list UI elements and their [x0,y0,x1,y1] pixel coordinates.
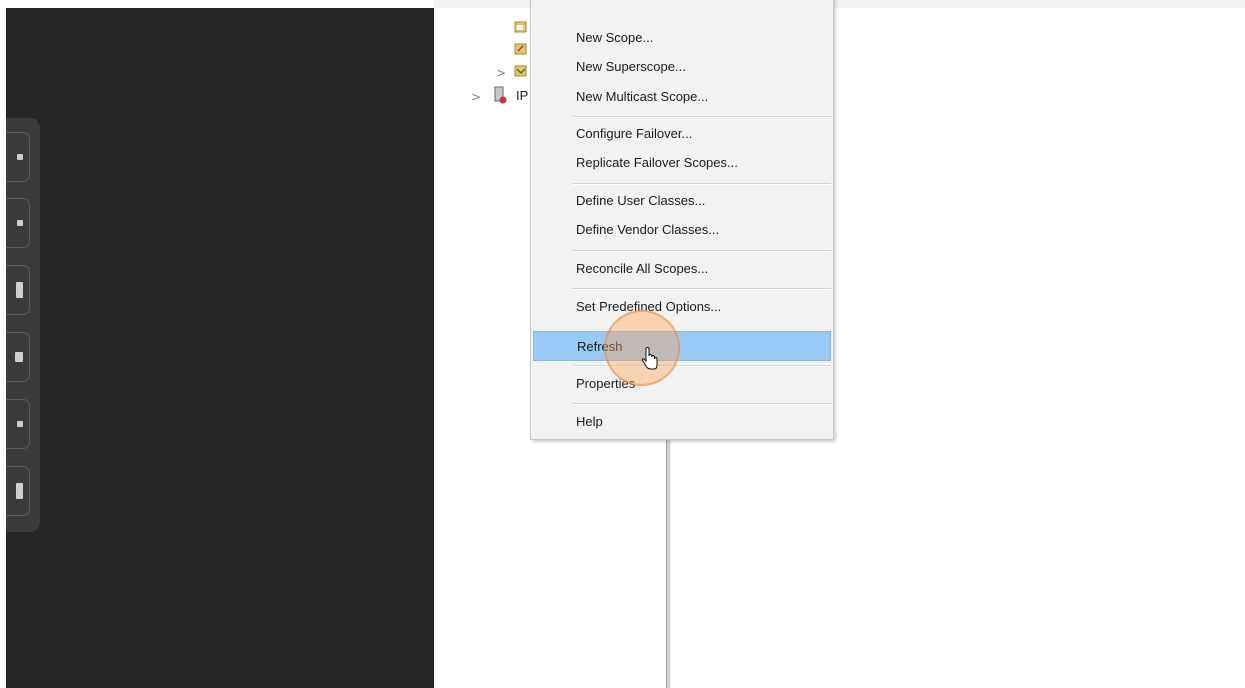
toolbar-tool-3-button[interactable] [6,265,30,315]
pane-splitter[interactable] [666,440,671,688]
toolbar-tool-6-button[interactable] [6,466,30,516]
menu-item-configure-failover[interactable]: Configure Failover... [533,119,831,149]
toolbar-tool-4-icon [15,352,23,362]
hand-cursor-icon [641,347,658,370]
menu-item-refresh[interactable]: Refresh [533,331,831,361]
menu-separator [573,250,831,252]
menu-separator [573,116,831,118]
menu-separator [573,183,831,185]
expand-chevron-icon[interactable]: > [471,90,481,104]
menu-item-define-vendor-classes[interactable]: Define Vendor Classes... [533,215,831,245]
expand-chevron-icon[interactable]: > [496,66,506,80]
menu-separator [573,288,831,290]
menu-item-set-predefined-options[interactable]: Set Predefined Options... [533,292,831,322]
menu-item-replicate-failover-scopes[interactable]: Replicate Failover Scopes... [533,148,831,178]
toolbar-tool-5-icon [17,421,23,427]
toolbar-tool-6-icon [16,483,23,499]
tree-node-ipv6[interactable]: IP [516,88,528,103]
menu-item-help[interactable]: Help [533,407,831,437]
toolbar-tool-2-icon [17,220,23,226]
menu-separator [573,403,831,405]
toolbar-tool-5-button[interactable] [6,399,30,449]
recording-dark-panel [6,8,434,688]
server-node-icon [494,86,507,104]
toolbar-tool-1-button[interactable] [6,132,30,182]
toolbar-tool-4-button[interactable] [6,332,30,382]
menu-item-new-superscope[interactable]: New Superscope... [533,52,831,82]
menu-item-new-multicast-scope[interactable]: New Multicast Scope... [533,82,831,112]
menu-item-define-user-classes[interactable]: Define User Classes... [533,186,831,216]
menu-item-properties[interactable]: Properties [533,369,831,399]
menu-item-reconcile-all-scopes[interactable]: Reconcile All Scopes... [533,254,831,284]
context-menu: New Scope... New Superscope... New Multi… [530,0,834,440]
toolbar-tool-3-icon [16,282,23,298]
folder-options-icon [514,21,527,33]
toolbar-tool-2-button[interactable] [6,198,30,248]
floating-toolbar [6,118,40,532]
toolbar-tool-1-icon [17,154,23,160]
folder-policies-icon [514,43,527,55]
folder-filters-icon [514,65,527,77]
menu-item-new-scope[interactable]: New Scope... [533,23,831,53]
